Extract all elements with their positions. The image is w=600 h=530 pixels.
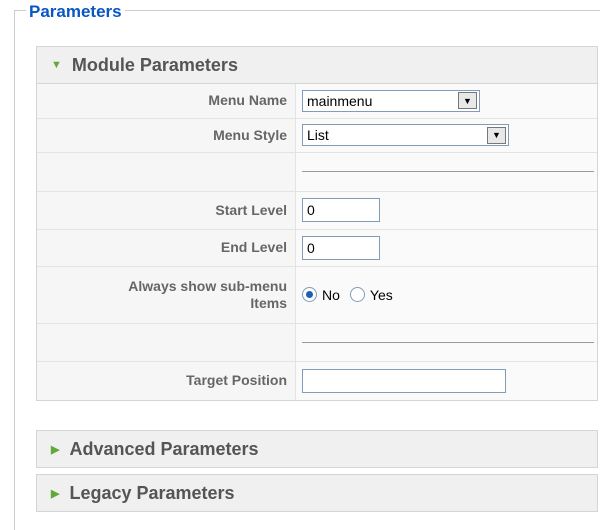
- radio-yes[interactable]: [349, 287, 365, 302]
- always-show-radio-group: No Yes: [302, 287, 597, 303]
- menu-name-label: Menu Name: [37, 84, 296, 118]
- target-position-input[interactable]: [302, 368, 506, 393]
- menu-style-value: List: [307, 127, 329, 143]
- panel-title: Advanced Parameters: [69, 438, 259, 459]
- spacer-label: [37, 322, 296, 361]
- triangle-right-icon: ▶: [51, 487, 60, 500]
- panel-title: Module Parameters: [71, 54, 238, 75]
- module-parameters-panel: ▼ Module Parameters Menu Name mainmenu ▼…: [36, 46, 598, 401]
- advanced-parameters-header[interactable]: ▶ Advanced Parameters: [37, 431, 597, 467]
- end-level-input[interactable]: [302, 235, 380, 260]
- legacy-parameters-panel[interactable]: ▶ Legacy Parameters: [36, 474, 598, 512]
- legacy-parameters-header[interactable]: ▶ Legacy Parameters: [37, 475, 597, 511]
- dropdown-arrow-icon[interactable]: ▼: [487, 126, 506, 144]
- end-level-label: End Level: [37, 228, 296, 266]
- always-show-label: Always show sub-menu Items: [37, 265, 296, 323]
- module-parameters-header[interactable]: ▼ Module Parameters: [37, 47, 597, 83]
- parameters-legend: Parameters: [26, 2, 125, 22]
- advanced-parameters-panel[interactable]: ▶ Advanced Parameters: [36, 430, 598, 468]
- module-parameters-body: Menu Name mainmenu ▼ Menu Style List ▼ S…: [37, 83, 597, 400]
- menu-style-select[interactable]: List ▼: [302, 124, 509, 146]
- target-position-label: Target Position: [37, 360, 296, 400]
- spacer-label: [37, 151, 296, 191]
- spacer-line: [302, 171, 594, 172]
- triangle-right-icon: ▶: [51, 443, 60, 456]
- dropdown-arrow-icon[interactable]: ▼: [458, 92, 477, 110]
- always-show-label-line2: Items: [250, 294, 287, 311]
- radio-no[interactable]: [302, 287, 317, 302]
- radio-no-label[interactable]: No: [322, 287, 340, 303]
- start-level-label: Start Level: [37, 190, 296, 229]
- start-level-input[interactable]: [302, 198, 380, 222]
- panel-title: Legacy Parameters: [69, 482, 235, 503]
- menu-name-select[interactable]: mainmenu ▼: [302, 89, 480, 112]
- spacer-line: [302, 341, 594, 343]
- triangle-down-icon: ▼: [51, 59, 62, 71]
- menu-name-value: mainmenu: [307, 92, 373, 109]
- menu-style-label: Menu Style: [37, 117, 296, 152]
- always-show-label-line1: Always show sub-menu: [128, 277, 287, 294]
- radio-yes-label[interactable]: Yes: [370, 287, 393, 303]
